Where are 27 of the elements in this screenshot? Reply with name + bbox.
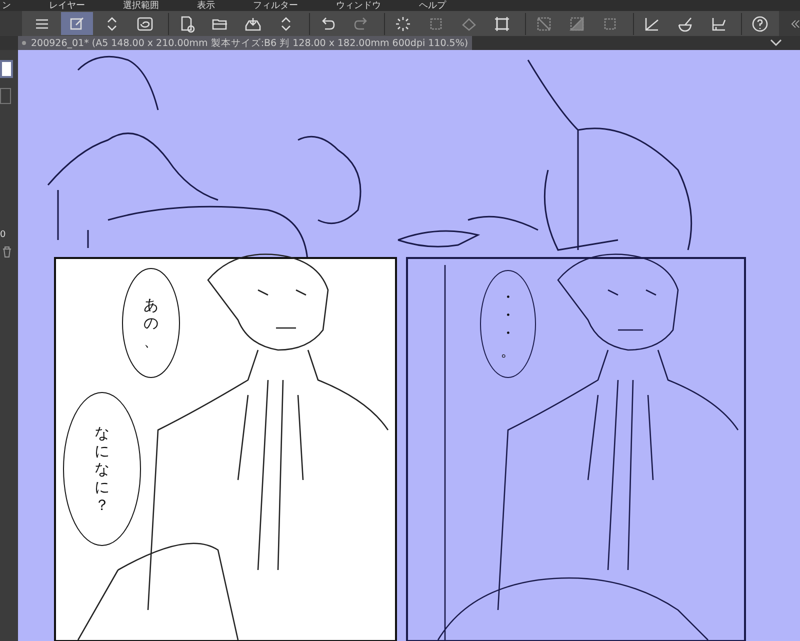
menu-item[interactable]: ヘルプ	[419, 1, 446, 11]
pen-square-icon	[68, 14, 86, 32]
drawing-canvas[interactable]: あの、 なになに？ ・・・。	[18, 50, 800, 641]
collapse-icon[interactable]	[791, 18, 800, 28]
toolbar-button[interactable]	[61, 12, 93, 35]
help-icon	[751, 14, 769, 32]
trash-icon[interactable]	[2, 246, 12, 258]
deselect-icon	[535, 14, 553, 32]
tool-button[interactable]	[0, 88, 11, 104]
menu-item[interactable]: 表示	[197, 1, 215, 11]
chevron-down-icon[interactable]	[770, 39, 782, 47]
transform-icon	[493, 14, 511, 32]
menu-item[interactable]: ン	[2, 1, 11, 11]
value-label: 0	[0, 230, 6, 240]
dot-icon	[22, 41, 26, 45]
document-tab[interactable]: 200926_01* (A5 148.00 x 210.00mm 製本サイズ:B6 判 128.00 x 182.00mm 600dpi 110.5%)	[18, 36, 472, 50]
menu-item[interactable]: レイヤー	[49, 1, 85, 11]
spinner-icon	[394, 14, 412, 32]
menu-item[interactable]: フィルター	[253, 1, 298, 11]
dialogue-text: なになに？	[94, 424, 110, 514]
color-swatch[interactable]	[0, 60, 13, 78]
menu-item[interactable]: ウィンドウ	[336, 1, 381, 11]
invert-selection-icon	[568, 14, 586, 32]
dialogue-text: ・・・。	[500, 288, 516, 360]
dialogue-text: あの、	[142, 296, 160, 350]
menu-item[interactable]: 選択範囲	[123, 1, 159, 11]
spiral-icon	[136, 14, 154, 32]
